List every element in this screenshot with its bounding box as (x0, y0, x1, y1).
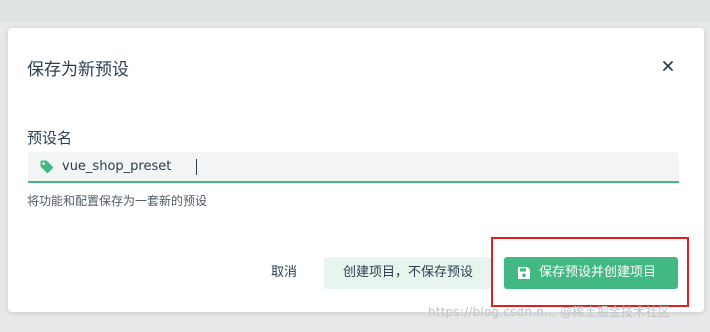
backdrop-top-strip (0, 0, 710, 22)
preset-name-label: 预设名 (27, 129, 73, 147)
create-without-preset-button[interactable]: 创建项目，不保存预设 (324, 257, 492, 289)
preset-name-input[interactable] (62, 152, 662, 181)
tag-icon (40, 160, 54, 174)
close-icon (663, 61, 673, 71)
save-preset-dialog: 保存为新预设 预设名 将功能和配置保存为一套新的预设 取消 创建项目，不保存预设… (8, 28, 704, 312)
save-preset-and-create-button[interactable]: 保存预设并创建项目 (504, 257, 678, 289)
preset-hint-text: 将功能和配置保存为一套新的预设 (27, 194, 208, 208)
save-icon (518, 267, 530, 279)
dialog-title: 保存为新预设 (27, 60, 129, 80)
save-preset-and-create-label: 保存预设并创建项目 (539, 265, 657, 280)
cancel-button[interactable]: 取消 (260, 258, 308, 288)
close-button[interactable] (658, 56, 678, 76)
watermark: https://blog.csdn.n... @稀土掘金技术社区 (428, 305, 670, 319)
preset-name-field[interactable] (28, 152, 679, 183)
text-caret (196, 159, 197, 175)
